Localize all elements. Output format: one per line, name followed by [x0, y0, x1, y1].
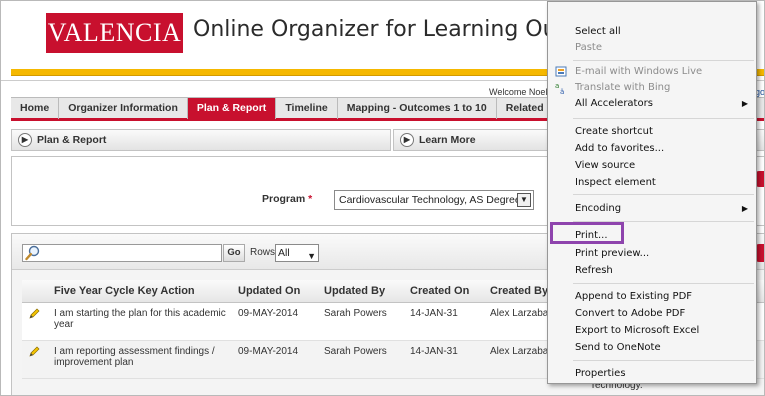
cell-updated-on: 09-MAY-2014 — [232, 340, 318, 379]
welcome-text: Welcome Noelia — [489, 87, 555, 97]
menu-item-view-source[interactable]: View source — [548, 158, 756, 174]
rows-select-value: All — [278, 247, 290, 259]
cell-created-on: 14-JAN-31 — [404, 302, 484, 341]
svg-text:ă: ă — [560, 88, 564, 95]
translate-icon: a ă — [555, 82, 564, 95]
submenu-arrow-icon: ▶ — [741, 99, 748, 108]
valencia-logo[interactable]: VALENCIA — [46, 13, 183, 53]
browser-page: VALENCIA Online Organizer for Learning O… — [0, 0, 765, 396]
tab-organizer-information[interactable]: Organizer Information — [59, 98, 188, 119]
submenu-arrow-icon: ▶ — [741, 204, 748, 213]
pencil-icon[interactable] — [28, 346, 40, 358]
plan-report-section-header[interactable]: ▶ Plan & Report — [11, 129, 391, 151]
menu-item-translate-bing: a ă Translate with Bing — [555, 82, 671, 95]
menu-item-all-accelerators[interactable]: All Accelerators ▶ — [548, 96, 756, 112]
menu-item-properties[interactable]: Properties — [548, 366, 756, 382]
menu-item-inspect-element[interactable]: Inspect element — [548, 175, 756, 191]
expand-icon[interactable]: ▶ — [18, 133, 32, 147]
context-menu: Select all Paste E-mail with Windows Liv… — [547, 1, 757, 384]
menu-item-email-windows-live: E-mail with Windows Live — [548, 64, 756, 80]
tab-plan-report[interactable]: Plan & Report — [187, 98, 277, 119]
menu-item-paste: Paste — [575, 42, 602, 53]
menu-item-append-pdf[interactable]: Append to Existing PDF — [548, 289, 756, 305]
edit-column-header — [22, 280, 48, 303]
menu-item-add-favorites[interactable]: Add to favorites... — [548, 141, 756, 157]
column-header-updated-on[interactable]: Updated On — [232, 280, 318, 303]
go-button[interactable]: Go — [223, 244, 245, 262]
svg-text:a: a — [555, 82, 559, 90]
rows-label: Rows — [250, 247, 276, 258]
menu-separator — [573, 283, 754, 284]
edit-cell[interactable] — [22, 302, 48, 341]
chevron-down-icon: ▼ — [307, 251, 316, 261]
tab-timeline[interactable]: Timeline — [276, 98, 338, 119]
cell-updated-by: Sarah Powers — [318, 302, 404, 341]
expand-icon[interactable]: ▶ — [400, 133, 414, 147]
column-header-key-action[interactable]: Five Year Cycle Key Action — [48, 280, 232, 303]
menu-separator — [573, 60, 754, 61]
menu-item-convert-pdf[interactable]: Convert to Adobe PDF — [548, 306, 756, 322]
rows-select[interactable]: All ▼ — [275, 244, 319, 262]
cell-key-action: I am starting the plan for this academic… — [48, 302, 232, 341]
pencil-icon[interactable] — [28, 308, 40, 320]
cell-updated-on: 09-MAY-2014 — [232, 302, 318, 341]
required-marker: * — [308, 193, 313, 205]
menu-item-create-shortcut[interactable]: Create shortcut — [548, 124, 756, 140]
search-input[interactable] — [22, 244, 222, 262]
print-highlight-box — [550, 222, 624, 244]
menu-separator — [573, 194, 754, 195]
learn-more-section-title: Learn More — [419, 134, 476, 146]
menu-item-print-preview[interactable]: Print preview... — [548, 246, 756, 262]
search-icon — [25, 245, 40, 261]
cell-created-on: 14-JAN-31 — [404, 340, 484, 379]
program-label: Program * — [262, 193, 313, 205]
menu-separator — [573, 360, 754, 361]
tab-mapping-outcomes[interactable]: Mapping - Outcomes 1 to 10 — [338, 98, 497, 119]
chevron-down-icon: ▼ — [517, 193, 531, 207]
column-header-created-on[interactable]: Created On — [404, 280, 484, 303]
menu-item-export-excel[interactable]: Export to Microsoft Excel — [548, 323, 756, 339]
plan-report-section-title: Plan & Report — [37, 134, 107, 146]
column-header-updated-by[interactable]: Updated By — [318, 280, 404, 303]
menu-item-encoding[interactable]: Encoding ▶ — [548, 201, 756, 217]
tab-home[interactable]: Home — [11, 98, 60, 119]
program-select[interactable]: Cardiovascular Technology, AS Degree ▼ — [334, 190, 534, 210]
cell-key-action: I am reporting assessment findings / imp… — [48, 340, 232, 379]
menu-item-select-all[interactable]: Select all — [548, 24, 756, 40]
cell-updated-by: Sarah Powers — [318, 340, 404, 379]
menu-separator — [573, 118, 754, 119]
menu-item-send-onenote[interactable]: Send to OneNote — [548, 340, 756, 356]
windows-live-icon — [555, 66, 567, 77]
edit-cell[interactable] — [22, 340, 48, 379]
menu-item-refresh[interactable]: Refresh — [548, 263, 756, 279]
program-select-value: Cardiovascular Technology, AS Degree — [339, 194, 521, 206]
